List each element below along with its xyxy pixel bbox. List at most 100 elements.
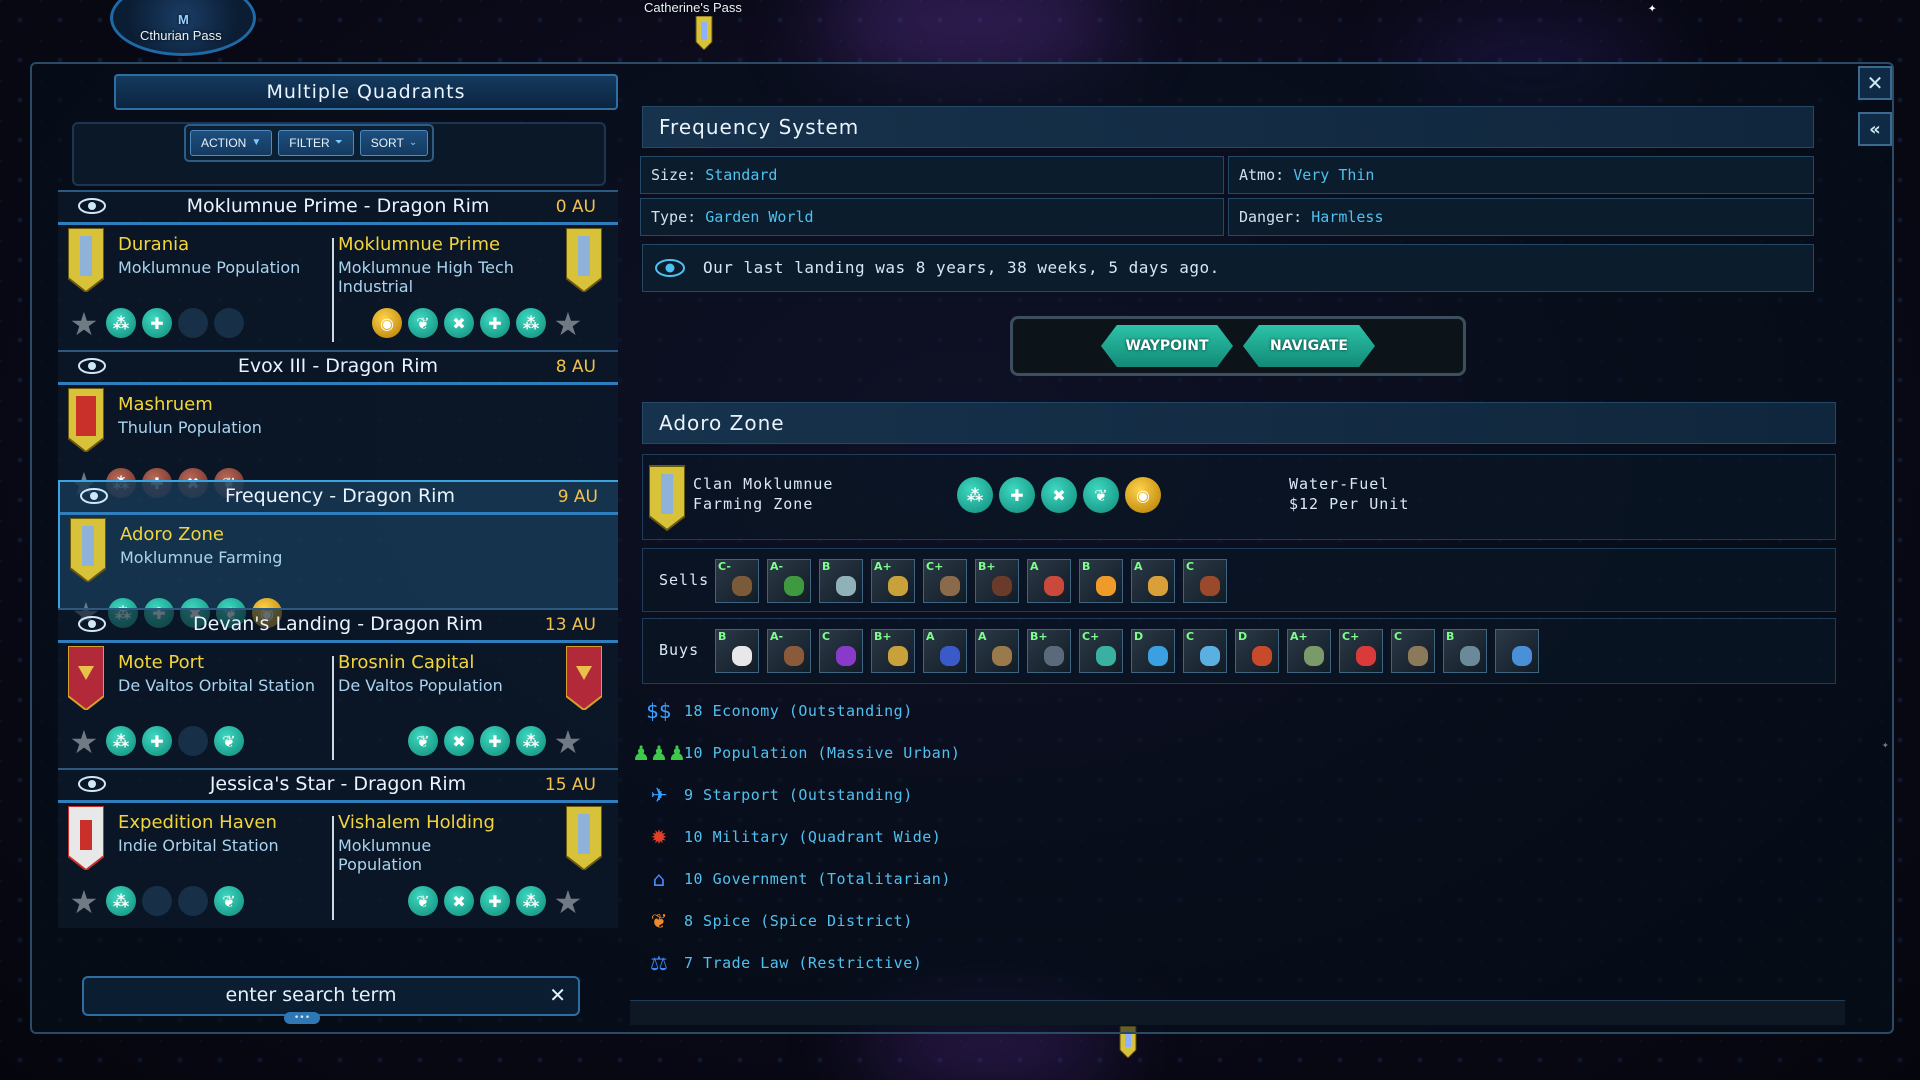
zone-faction: Moklumnue High Tech Industrial — [338, 258, 514, 296]
sells-good-item[interactable]: B+ — [975, 559, 1019, 603]
good-icon — [1356, 646, 1376, 666]
sort-button[interactable]: SORT ⌄ — [359, 130, 429, 156]
zone-entry[interactable]: Brosnin Capital De Valtos Population ❦ ✖… — [338, 640, 608, 760]
trade-law-icon: ⚖ — [650, 951, 668, 975]
buys-good-item[interactable]: C — [819, 629, 863, 673]
navigate-button[interactable]: NAVIGATE — [1243, 325, 1375, 367]
buys-good-item[interactable]: A+ — [1287, 629, 1331, 673]
buys-good-item[interactable]: B — [715, 629, 759, 673]
sort-label: SORT — [370, 136, 404, 150]
sells-good-item[interactable]: C+ — [923, 559, 967, 603]
sells-good-item[interactable]: B — [1079, 559, 1123, 603]
system-entry[interactable]: Moklumnue Prime - Dragon Rim 0 AU Durani… — [58, 190, 618, 350]
buys-good-item[interactable]: A- — [767, 629, 811, 673]
buys-good-item[interactable]: C — [1391, 629, 1435, 673]
sells-good-item[interactable]: C — [1183, 559, 1227, 603]
system-entry[interactable]: Evox III - Dragon Rim 8 AU Mashruem Thul… — [58, 350, 618, 500]
buys-good-item[interactable]: A — [975, 629, 1019, 673]
system-list[interactable]: Moklumnue Prime - Dragon Rim 0 AU Durani… — [58, 190, 618, 963]
zone-entry[interactable]: Mote Port De Valtos Orbital Station ★ ⁂ … — [58, 640, 328, 760]
stat-text: 18 Economy (Outstanding) — [684, 702, 913, 720]
favorite-star-icon[interactable]: ★ — [552, 308, 584, 340]
system-header: Jessica's Star - Dragon Rim 15 AU — [58, 770, 618, 803]
good-icon — [1200, 576, 1220, 596]
system-entry-selected[interactable]: Frequency - Dragon Rim 9 AU Adoro Zone M… — [58, 480, 618, 630]
good-icon — [1200, 646, 1220, 666]
buys-good-item[interactable]: C+ — [1079, 629, 1123, 673]
good-icon — [1460, 646, 1480, 666]
search-bar[interactable]: enter search term ✕ — [82, 976, 580, 1016]
favorite-star-icon[interactable]: ★ — [552, 886, 584, 918]
atmo-label: Atmo: — [1239, 166, 1285, 184]
close-icon: ✕ — [1866, 71, 1884, 95]
zone-entry[interactable]: Moklumnue Prime Moklumnue High Tech Indu… — [338, 222, 608, 342]
sells-good-item[interactable]: A — [1131, 559, 1175, 603]
zone-facility-icons: ⁂ ✚ ✖ ❦ ◉ — [957, 477, 1161, 513]
system-distance: 8 AU — [555, 357, 596, 377]
favorite-star-icon[interactable]: ★ — [68, 726, 100, 758]
tools-icon: ✚ — [142, 726, 172, 756]
filter-button[interactable]: FILTER ⏷ — [278, 130, 354, 156]
zone-name: Mote Port — [118, 652, 205, 673]
system-entry[interactable]: Jessica's Star - Dragon Rim 15 AU Expedi… — [58, 768, 618, 928]
buys-good-item[interactable]: A — [923, 629, 967, 673]
zone-title: Adoro Zone — [642, 402, 1836, 444]
good-grade: A — [1030, 560, 1039, 573]
population-icon: ⁂ — [106, 308, 136, 338]
system-header: Evox III - Dragon Rim 8 AU — [58, 352, 618, 385]
double-chevron-left-icon: « — [1869, 118, 1881, 140]
zone-faction: Moklumnue Population — [338, 836, 432, 874]
buys-good-item[interactable]: B+ — [1027, 629, 1071, 673]
tools-icon: ✚ — [999, 477, 1035, 513]
sells-good-item[interactable]: A- — [767, 559, 811, 603]
sells-good-item[interactable]: A+ — [871, 559, 915, 603]
clear-search-icon[interactable]: ✕ — [549, 983, 566, 1007]
zone-icons: ★ ⁂ ❦ — [68, 886, 244, 918]
buys-good-item[interactable] — [1495, 629, 1539, 673]
favorite-star-icon[interactable]: ★ — [552, 726, 584, 758]
farming-icon: ❦ — [214, 726, 244, 756]
good-icon — [1044, 646, 1064, 666]
buys-good-item[interactable]: C+ — [1339, 629, 1383, 673]
zone-entry[interactable]: Vishalem Holding Moklumnue Population ❦ … — [338, 800, 608, 920]
action-label: ACTION — [201, 136, 247, 150]
zone-entry[interactable]: Durania Moklumnue Population ★ ⁂ ✚ — [58, 222, 328, 342]
good-grade: B — [822, 560, 831, 573]
type-label: Type: — [651, 208, 697, 226]
good-grade: B+ — [1030, 630, 1048, 643]
action-button[interactable]: ACTION ▼ — [190, 130, 273, 156]
good-grade: A — [926, 630, 935, 643]
favorite-star-icon[interactable]: ★ — [68, 308, 100, 340]
zone-faction: De Valtos Population — [338, 676, 503, 695]
buys-good-item[interactable]: D — [1235, 629, 1279, 673]
danger-value: Harmless — [1311, 208, 1384, 226]
waypoint-button[interactable]: WAYPOINT — [1101, 325, 1233, 367]
faction-banner-icon — [566, 228, 602, 292]
zone-entry[interactable]: Expedition Haven Indie Orbital Station ★… — [58, 800, 328, 920]
tools-icon: ✚ — [480, 886, 510, 916]
sells-good-item[interactable]: A — [1027, 559, 1071, 603]
good-grade: C- — [718, 560, 731, 573]
good-grade: C — [1186, 630, 1195, 643]
collapse-button[interactable]: « — [1858, 112, 1892, 146]
catherines-pass-banner-icon[interactable] — [694, 16, 714, 50]
faction-banner-icon — [566, 646, 602, 710]
sells-good-item[interactable]: B — [819, 559, 863, 603]
filter-label: FILTER — [289, 136, 330, 150]
good-icon — [1096, 576, 1116, 596]
wealth-icon: ◉ — [372, 308, 402, 338]
buys-good-item[interactable]: B — [1443, 629, 1487, 673]
system-detail-panel: Frequency System Size: Standard Atmo: Ve… — [632, 106, 1836, 1006]
system-entry[interactable]: Devan's Landing - Dragon Rim 13 AU Mote … — [58, 608, 618, 768]
favorite-star-icon[interactable]: ★ — [68, 886, 100, 918]
more-dots-icon[interactable]: ••• — [284, 1012, 320, 1024]
search-input[interactable]: enter search term — [84, 984, 538, 1006]
buys-good-item[interactable]: B+ — [871, 629, 915, 673]
empty-slot-icon — [214, 308, 244, 338]
buys-good-item[interactable]: D — [1131, 629, 1175, 673]
close-button[interactable]: ✕ — [1858, 66, 1892, 100]
danger-label: Danger: — [1239, 208, 1303, 226]
size-value: Standard — [705, 166, 778, 184]
buys-good-item[interactable]: C — [1183, 629, 1227, 673]
sells-good-item[interactable]: C- — [715, 559, 759, 603]
